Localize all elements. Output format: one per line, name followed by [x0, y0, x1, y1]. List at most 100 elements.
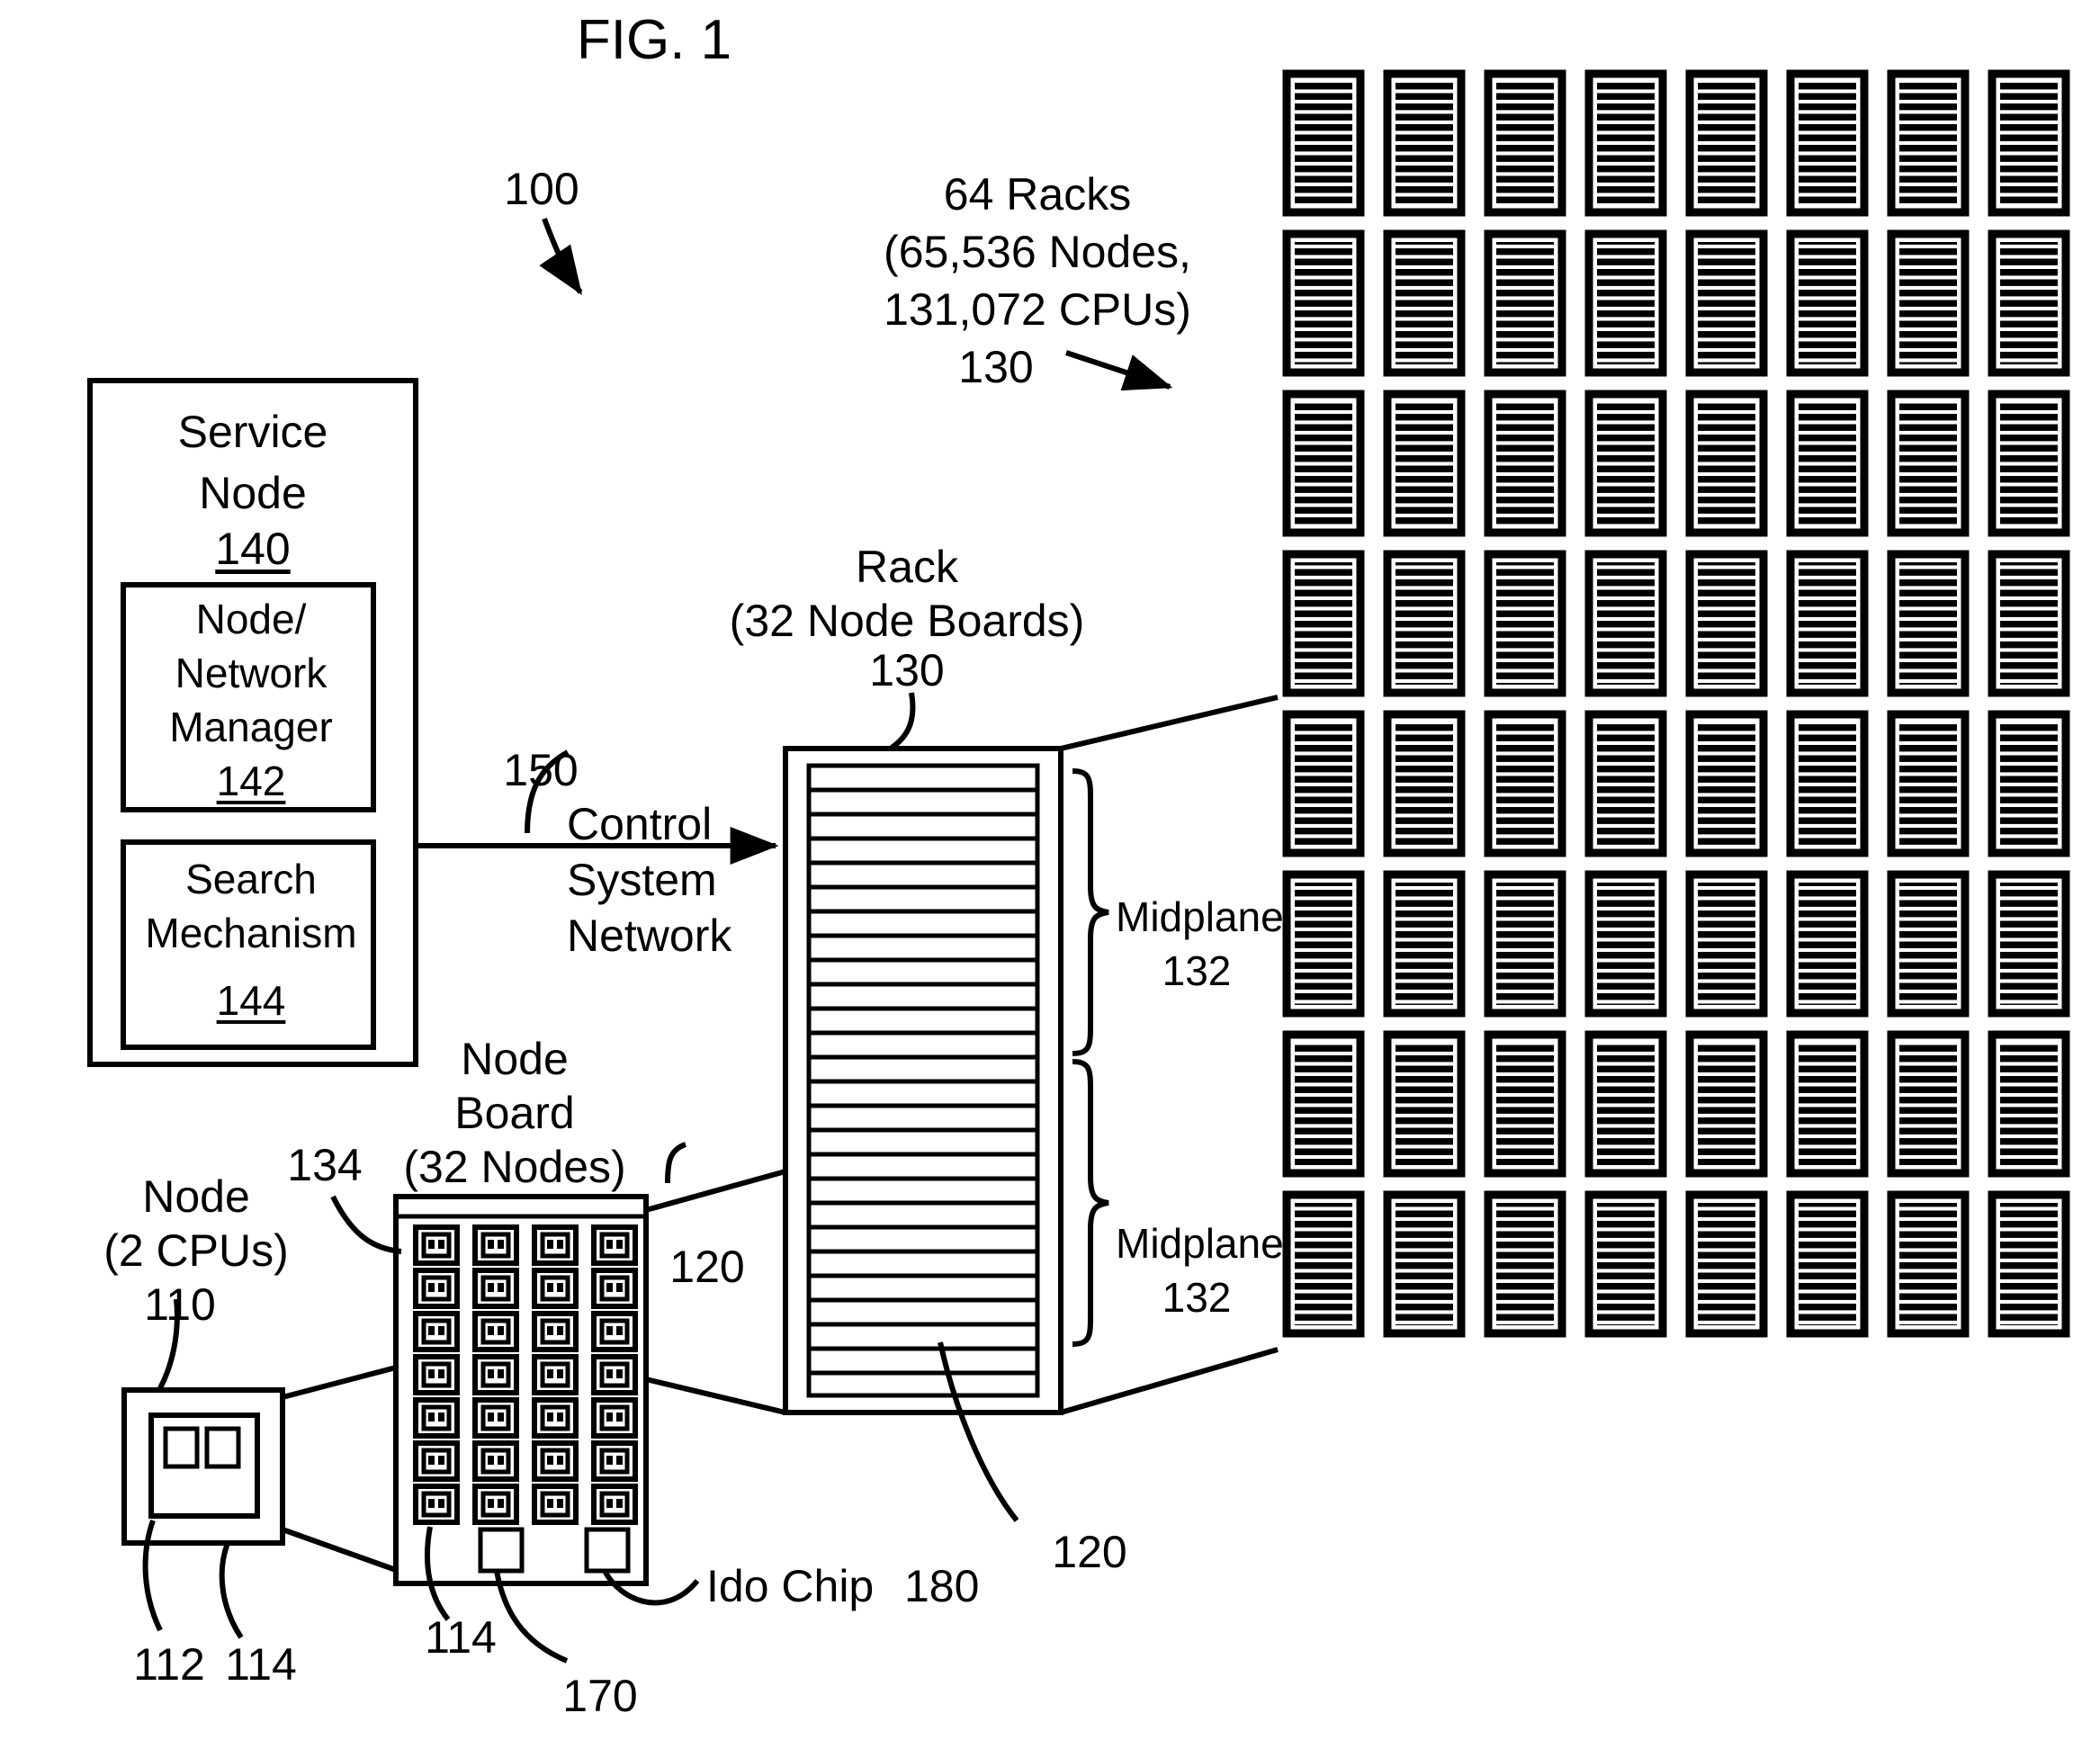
rack-array-cell	[1383, 870, 1466, 1018]
node-chip	[591, 1268, 638, 1309]
rack-array-cell	[1282, 390, 1365, 537]
rack-slots	[810, 787, 1037, 1376]
node-detail-label-line2: (2 CPUs)	[103, 1225, 289, 1276]
rack-array-cell	[1685, 550, 1768, 697]
nodeboard-expand-line-bottom	[645, 1377, 786, 1415]
rack-array-cell	[1988, 69, 2070, 217]
rack-array-cell	[1484, 1190, 1566, 1338]
node-board-ref-lower-leader	[938, 1341, 1019, 1522]
node-chip	[532, 1440, 579, 1482]
node-chip	[472, 1484, 519, 1525]
rack-array-cell	[1484, 710, 1566, 857]
rack-array-cell	[1584, 710, 1667, 857]
node-network-manager-line2: Network	[175, 650, 328, 696]
node-chip	[472, 1354, 519, 1395]
rack-array-cell	[1383, 710, 1466, 857]
rack-array-cell	[1383, 390, 1466, 537]
ido-chip-ref: 170	[562, 1671, 638, 1721]
rack-array-cell	[1786, 390, 1869, 537]
system-ref-arrow	[539, 217, 583, 295]
rack-array-cell	[1887, 710, 1970, 857]
rack-array-cell	[1786, 1030, 1869, 1178]
rack-array-cell	[1988, 1030, 2070, 1178]
rack-array-cell	[1685, 390, 1768, 537]
rack-label-line1: Rack	[856, 542, 958, 592]
rack-array-cell	[1584, 390, 1667, 537]
node-chip	[413, 1440, 460, 1482]
rack-array-cell	[1282, 1190, 1365, 1338]
rack-array-cell	[1685, 69, 1768, 217]
node-chip	[591, 1440, 638, 1482]
control-network-line3: Network	[567, 910, 732, 961]
rack-array-label-line2: (65,536 Nodes,	[884, 227, 1191, 277]
ido-chip-right	[584, 1527, 631, 1574]
node-chip	[591, 1311, 638, 1352]
rack-label-line2: (32 Node Boards)	[729, 596, 1085, 646]
node-board-ref-upper: 120	[669, 1242, 745, 1292]
midplane-lower-ref: 132	[1162, 1274, 1232, 1321]
rack-array-cell	[1786, 870, 1869, 1018]
node-chip	[413, 1354, 460, 1395]
ido-chip-180-leader	[602, 1569, 700, 1606]
ido-chip-number: 180	[904, 1561, 980, 1611]
rack-array-cell	[1786, 1190, 1869, 1338]
midplane-upper-ref: 132	[1162, 947, 1232, 994]
rack-array-cell	[1383, 229, 1466, 377]
patent-figure-1: FIG. 1 100 Service Node 140 Node/ Networ…	[0, 0, 2100, 1749]
rack-array-cell	[1584, 550, 1667, 697]
node-board-label-line3: (32 Nodes)	[403, 1142, 626, 1192]
node-chip	[532, 1311, 579, 1352]
node-board-ref-upper-leader	[665, 1142, 687, 1184]
node-chip	[532, 1354, 579, 1395]
node-expand-line-top	[282, 1365, 397, 1400]
node-network-manager-line1: Node/	[195, 596, 307, 642]
rack-array-cell	[1584, 870, 1667, 1018]
node-chip	[472, 1224, 519, 1266]
search-mechanism-ref: 144	[216, 977, 286, 1024]
rack-array-cell	[1484, 390, 1566, 537]
node-chip	[591, 1397, 638, 1439]
node-chip	[532, 1224, 579, 1266]
node-board-label-line1: Node	[461, 1034, 569, 1084]
control-network-ref: 150	[503, 745, 579, 795]
rack-array-label-line1: 64 Racks	[943, 169, 1132, 220]
rack-array-cell	[1887, 390, 1970, 537]
rack-expand-line-top	[1060, 695, 1279, 751]
rack-array-cell	[1383, 69, 1466, 217]
rack-array-cell	[1282, 550, 1365, 697]
rack-array-cell	[1584, 1030, 1667, 1178]
node-chip	[413, 1224, 460, 1266]
node-chip	[413, 1311, 460, 1352]
cpu-left	[163, 1426, 200, 1469]
node-board-label-line2: Board	[454, 1088, 575, 1138]
rack-ref-leader	[890, 692, 916, 750]
rack-array-cell	[1484, 1030, 1566, 1178]
rack-array-cell	[1887, 1030, 1970, 1178]
service-node-ref: 140	[215, 524, 291, 574]
rack-array-ref-arrow	[1065, 350, 1173, 391]
node-chip	[532, 1484, 579, 1525]
node-chip	[413, 1397, 460, 1439]
node-chip	[413, 1484, 460, 1525]
rack-array-cell	[1786, 710, 1869, 857]
rack-array-cell	[1988, 229, 2070, 377]
node-chip	[591, 1224, 638, 1266]
search-mechanism-line2: Mechanism	[145, 910, 357, 956]
rack-array-cell	[1685, 1030, 1768, 1178]
figure-title: FIG. 1	[576, 9, 732, 71]
node-chip	[472, 1440, 519, 1482]
system-ref-label: 100	[504, 164, 579, 214]
rack-array-cell	[1786, 550, 1869, 697]
rack-array-cell	[1584, 69, 1667, 217]
control-network-line1: Control	[567, 799, 713, 849]
node-network-manager-line3: Manager	[169, 704, 333, 750]
node-chip	[532, 1397, 579, 1439]
node-board-edge-ref: 134	[287, 1140, 363, 1190]
node-chip	[532, 1268, 579, 1309]
node-board-chip-grid	[413, 1224, 638, 1525]
node-detail-node-ref: 114	[225, 1639, 297, 1690]
node-detail-label-line1: Node	[142, 1171, 250, 1222]
node-chip	[472, 1311, 519, 1352]
rack-array-label-line3: 131,072 CPUs)	[884, 284, 1191, 335]
midplane-upper-brace	[1072, 768, 1109, 1056]
